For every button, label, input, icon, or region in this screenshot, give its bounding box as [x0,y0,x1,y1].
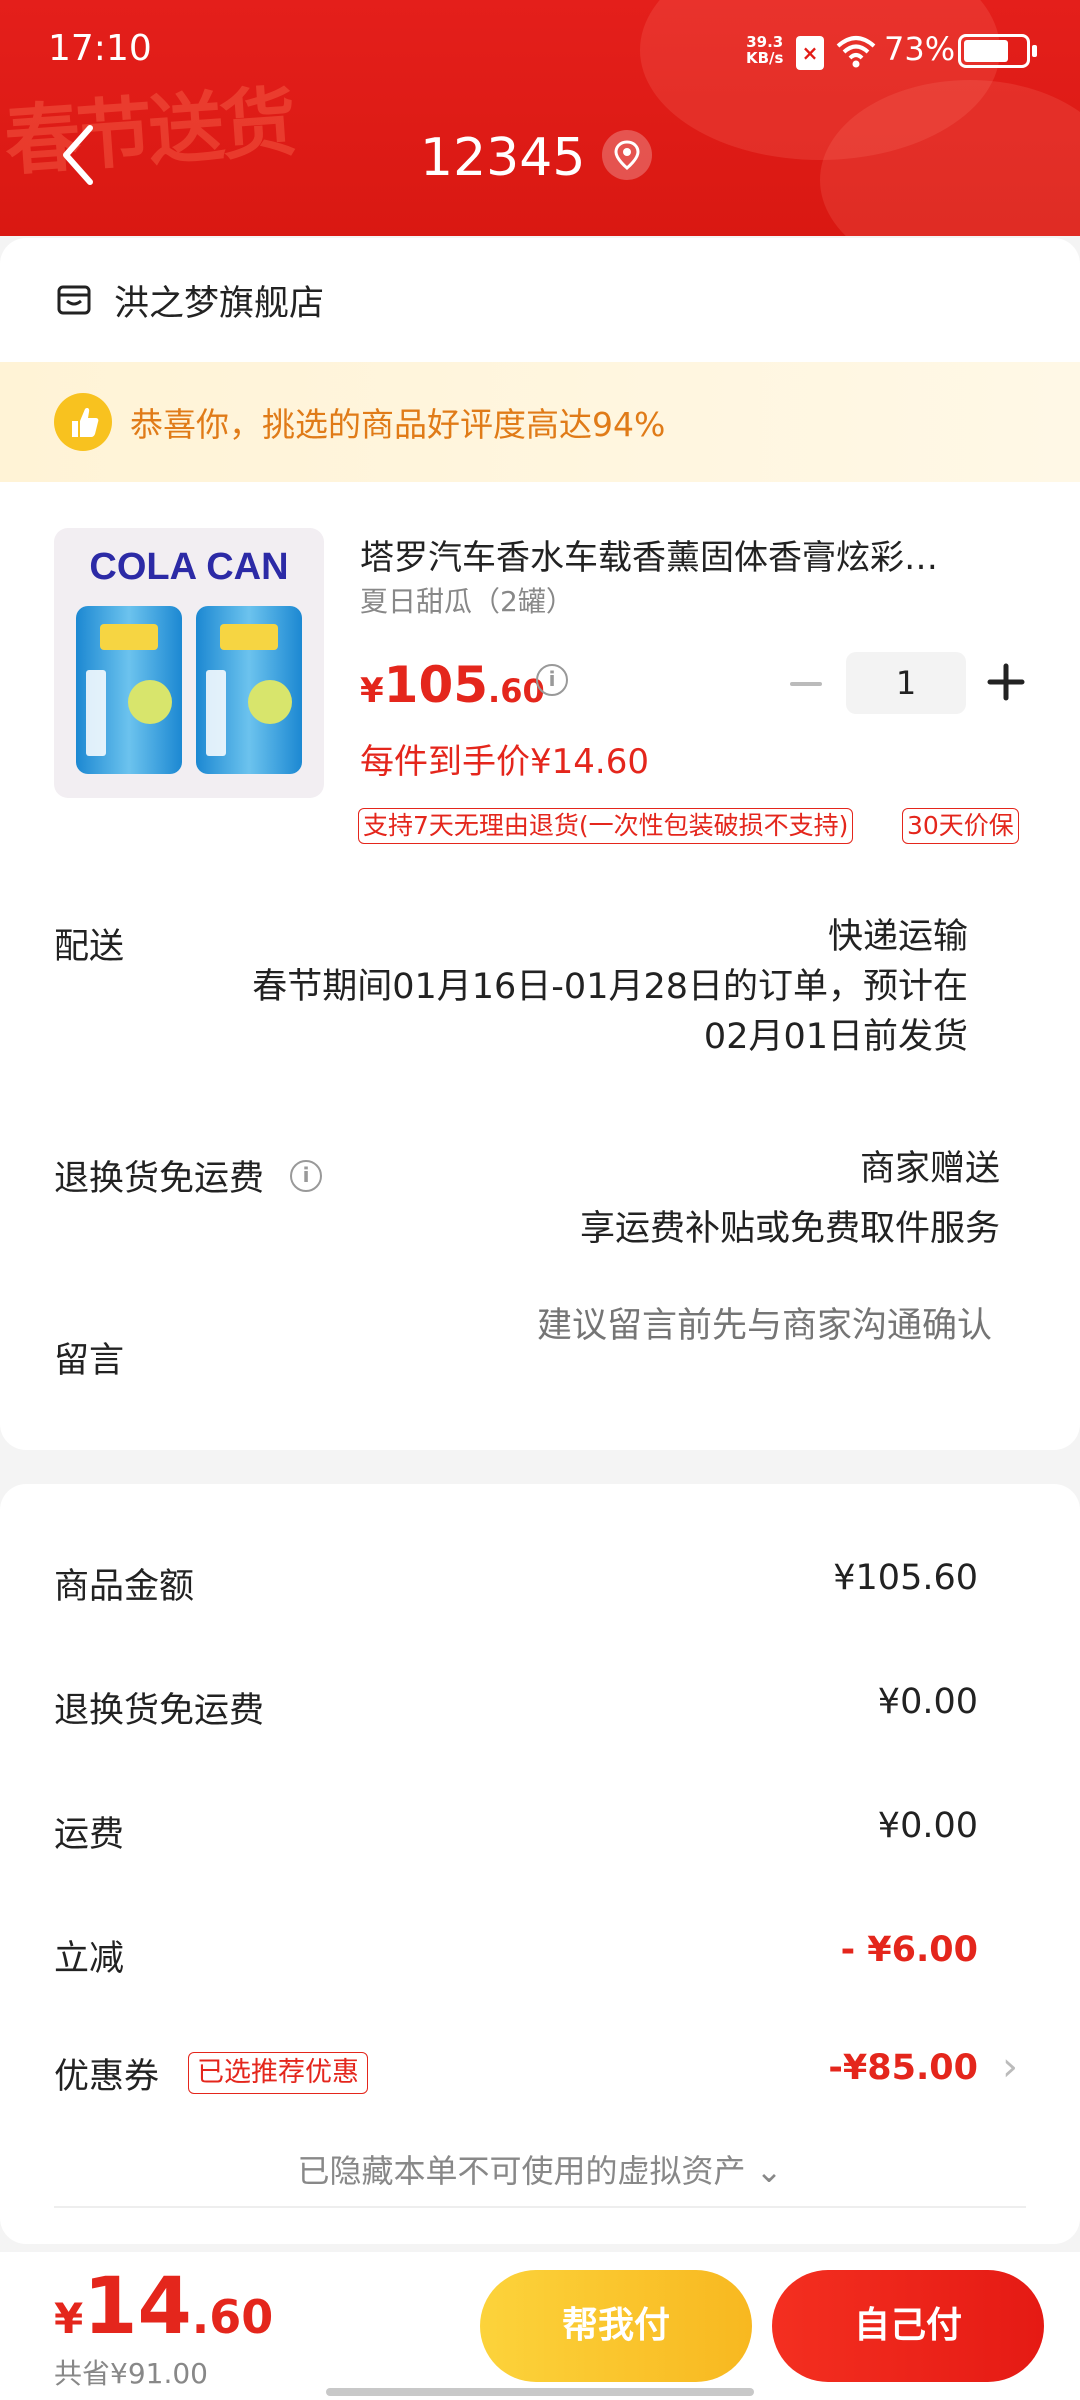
store-name: 洪之梦旗舰店 [114,283,325,324]
praise-text: 恭喜你，挑选的商品好评度高达94% [130,405,666,444]
product-spec[interactable]: 夏日甜瓜（2罐） [360,580,574,620]
self-pay-button[interactable]: 自己付 [772,2270,1044,2382]
battery-percent: 73% [884,30,956,68]
message-input[interactable] [400,1306,992,1346]
return-shipping-sub: 享运费补贴或免费取件服务 [579,1209,1000,1249]
help-pay-button[interactable]: 帮我付 [480,2270,752,2382]
home-indicator[interactable] [326,2388,754,2396]
return-shipping-row: 退换货免运费 i [54,1150,323,1201]
total-price: ¥ 14 .60 [54,2262,273,2352]
product-image[interactable]: COLA CAN [54,528,324,798]
discount-value: - ¥6.00 [840,1930,978,1970]
return-fee-value: ¥0.00 [877,1682,978,1722]
price-integer: 105 [383,656,489,714]
product-title[interactable]: 塔罗汽车香水车载香薰固体香膏炫彩… [360,530,1024,579]
price-protection-tag: 30天价保 [902,808,1019,844]
coupon-label: 优惠券 [54,2057,160,2097]
return-policy-tag: 支持7天无理由退货(一次性包装破损不支持) [358,808,854,844]
total-decimal: .60 [191,2290,274,2344]
net-speed-unit: KB/s [746,49,784,67]
battery-fill [964,40,1008,62]
return-shipping-label: 退换货免运费 [54,1159,265,1199]
quantity-stepper[interactable]: 1 [846,652,966,714]
delivery-info[interactable]: 快递运输 春节期间01月16日-01月28日的订单，预计在 02月01日前发货 [252,912,968,1062]
delivery-note-2: 02月01日前发货 [703,1017,968,1057]
back-arrow-icon[interactable] [56,122,100,188]
store-icon [57,285,91,315]
wifi-icon [836,36,876,68]
return-shipping-info: 商家赠送 享运费补贴或免费取件服务 [580,1144,1000,1254]
store-header[interactable]: 洪之梦旗舰店 [56,278,324,324]
bottom-bar: ¥ 14 .60 共省¥91.00 帮我付 自己付 [0,2252,1080,2400]
freight-value: ¥0.00 [877,1806,978,1846]
net-speed: 39.3 KB/s [746,34,783,66]
product-image-brand: COLA CAN [89,546,289,588]
battery-icon [958,34,1037,68]
product-price: ¥ 105 .60 [360,656,545,714]
minus-icon[interactable] [788,666,824,702]
chevron-right-icon[interactable]: › [1002,2044,1018,2090]
freight-label: 运费 [54,1815,125,1855]
battery-nub [1032,45,1037,57]
divider [54,2206,1026,2208]
status-time: 17:10 [48,28,152,69]
header: 春节送货 17:10 39.3 KB/s × 73% 12345 [0,0,1080,236]
total-currency: ¥ [54,2294,84,2343]
price-currency: ¥ [360,671,384,711]
return-shipping-value: 商家赠送 [859,1149,1000,1189]
price-info-icon[interactable]: i [536,664,568,696]
thumbs-up-icon [54,393,112,451]
product-can [76,606,182,774]
unit-price: 每件到手价¥14.60 [360,742,649,782]
order-card: 洪之梦旗舰店 恭喜你，挑选的商品好评度高达94% COLA CAN 塔罗汽车香水… [0,238,1080,1450]
status-bar: 17:10 39.3 KB/s × 73% [0,0,1080,100]
location-pin-icon[interactable] [602,130,652,180]
total-integer: 14 [83,2262,192,2352]
plus-icon[interactable] [986,662,1026,702]
coupon-value[interactable]: -¥85.00 [828,2048,978,2088]
discount-label: 立减 [54,1939,125,1979]
goods-amount-label: 商品金额 [54,1567,195,1607]
hidden-assets-toggle[interactable]: 已隐藏本单不可使用的虚拟资产 ⌄ [0,2146,1080,2192]
product-can [196,606,302,774]
message-label: 留言 [54,1341,125,1381]
delivery-method: 快递运输 [827,917,968,957]
no-sim-icon: × [796,36,824,70]
return-fee-label: 退换货免运费 [54,1691,265,1731]
delivery-label: 配送 [54,927,125,967]
goods-amount-value: ¥105.60 [833,1558,978,1598]
saved-amount: 共省¥91.00 [54,2357,208,2390]
praise-banner: 恭喜你，挑选的商品好评度高达94% [0,362,1080,482]
net-speed-value: 39.3 [746,33,784,51]
return-shipping-info-icon[interactable]: i [290,1159,323,1192]
page-title: 12345 [420,128,586,188]
coupon-tag: 已选推荐优惠 [188,2052,368,2094]
delivery-note-1: 春节期间01月16日-01月28日的订单，预计在 [252,967,968,1007]
